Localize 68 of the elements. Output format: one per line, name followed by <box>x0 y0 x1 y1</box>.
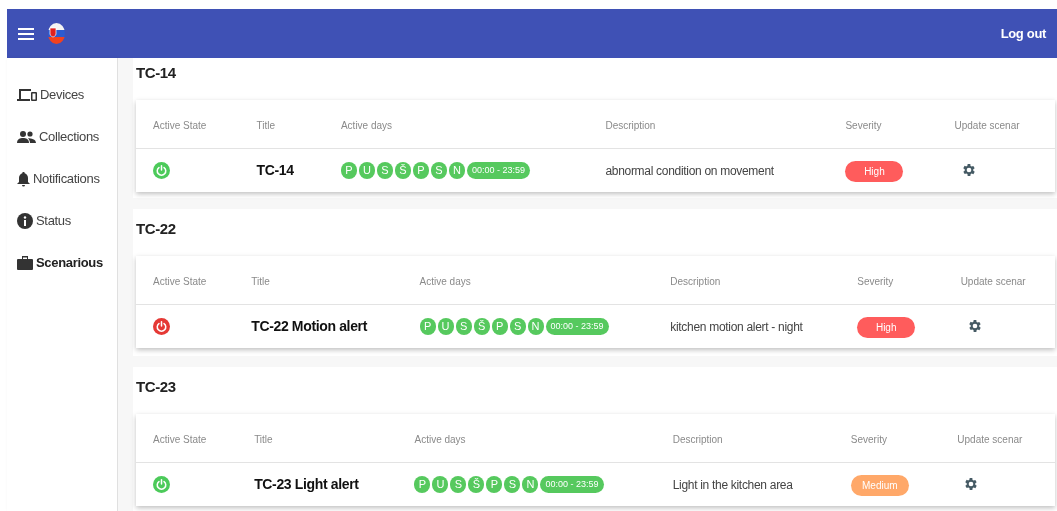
column-header: Update scenar <box>957 433 1023 445</box>
bell-icon <box>17 171 30 187</box>
column-header: Active days <box>414 433 466 445</box>
severity-badge: Medium <box>850 475 909 497</box>
description-text: kitchen motion alert - night <box>670 320 803 335</box>
day-chip[interactable]: Š <box>394 161 411 179</box>
sidebar-item[interactable]: Status <box>7 200 117 242</box>
description-text: abnormal condition on movement <box>605 164 774 179</box>
scenario-heading: TC-23 <box>136 377 177 397</box>
column-header: Severity <box>845 119 882 131</box>
day-chip[interactable]: N <box>448 161 465 179</box>
day-chip[interactable]: U <box>358 161 375 179</box>
time-range-chip: 00:00 - 23:59 <box>466 161 530 179</box>
flag-icon[interactable] <box>48 23 65 44</box>
column-header: Severity <box>850 433 887 445</box>
day-chip[interactable]: S <box>455 317 472 335</box>
column-header: Update scenar <box>960 275 1026 287</box>
column-header: Description <box>670 275 721 287</box>
day-chip[interactable]: N <box>527 317 544 335</box>
column-header: Description <box>605 119 656 131</box>
column-header: Active State <box>153 119 207 131</box>
column-header: Severity <box>857 275 894 287</box>
sidebar-item[interactable]: Collections <box>7 116 117 158</box>
day-chip[interactable]: Š <box>468 475 485 493</box>
day-chip[interactable]: P <box>414 475 431 493</box>
column-header: Active days <box>340 119 393 131</box>
logout-button[interactable]: Log out <box>1000 23 1046 44</box>
column-header: Description <box>672 433 723 445</box>
devices-icon <box>17 88 37 102</box>
scenario-heading: TC-14 <box>136 63 177 83</box>
day-chip[interactable]: S <box>504 475 521 493</box>
sidebar-item[interactable]: Devices <box>7 74 117 116</box>
people-icon <box>17 131 36 143</box>
power-icon[interactable] <box>153 317 170 335</box>
day-chip[interactable]: U <box>437 317 454 335</box>
scenario-title: TC-23 Light alert <box>254 476 359 493</box>
day-chip[interactable]: S <box>450 475 467 493</box>
column-header: Title <box>256 119 276 131</box>
day-chip[interactable]: Š <box>473 317 490 335</box>
info-icon <box>17 213 33 229</box>
day-chip[interactable]: U <box>432 475 449 493</box>
column-header: Title <box>254 433 273 445</box>
severity-badge: High <box>857 317 916 339</box>
day-chip[interactable]: P <box>486 475 503 493</box>
column-header: Active State <box>153 433 207 445</box>
briefcase-icon <box>17 255 33 271</box>
menu-icon[interactable] <box>18 26 34 41</box>
day-chip[interactable]: P <box>419 317 436 335</box>
day-chip[interactable]: N <box>522 475 539 493</box>
day-chip[interactable]: S <box>509 317 526 335</box>
day-chip[interactable]: P <box>491 317 508 335</box>
time-range-chip: 00:00 - 23:59 <box>545 317 609 335</box>
day-chip[interactable]: P <box>412 161 429 179</box>
scenario-title: TC-14 <box>256 162 294 179</box>
sidebar-item[interactable]: Notifications <box>7 158 117 200</box>
day-chip[interactable]: S <box>376 161 393 179</box>
scenario-heading: TC-22 <box>136 219 177 239</box>
sidebar-item[interactable]: Scenarious <box>7 242 117 284</box>
column-header: Active days <box>419 275 471 287</box>
day-chip[interactable]: S <box>430 161 447 179</box>
scenario-title: TC-22 Motion alert <box>251 318 367 335</box>
column-header: Update scenar <box>954 119 1020 131</box>
description-text: Light in the kitchen area <box>672 478 793 493</box>
column-header: Active State <box>153 275 207 287</box>
severity-badge: High <box>845 161 904 183</box>
time-range-chip: 00:00 - 23:59 <box>540 475 604 493</box>
day-chip[interactable]: P <box>340 161 357 179</box>
column-header: Title <box>251 275 270 287</box>
